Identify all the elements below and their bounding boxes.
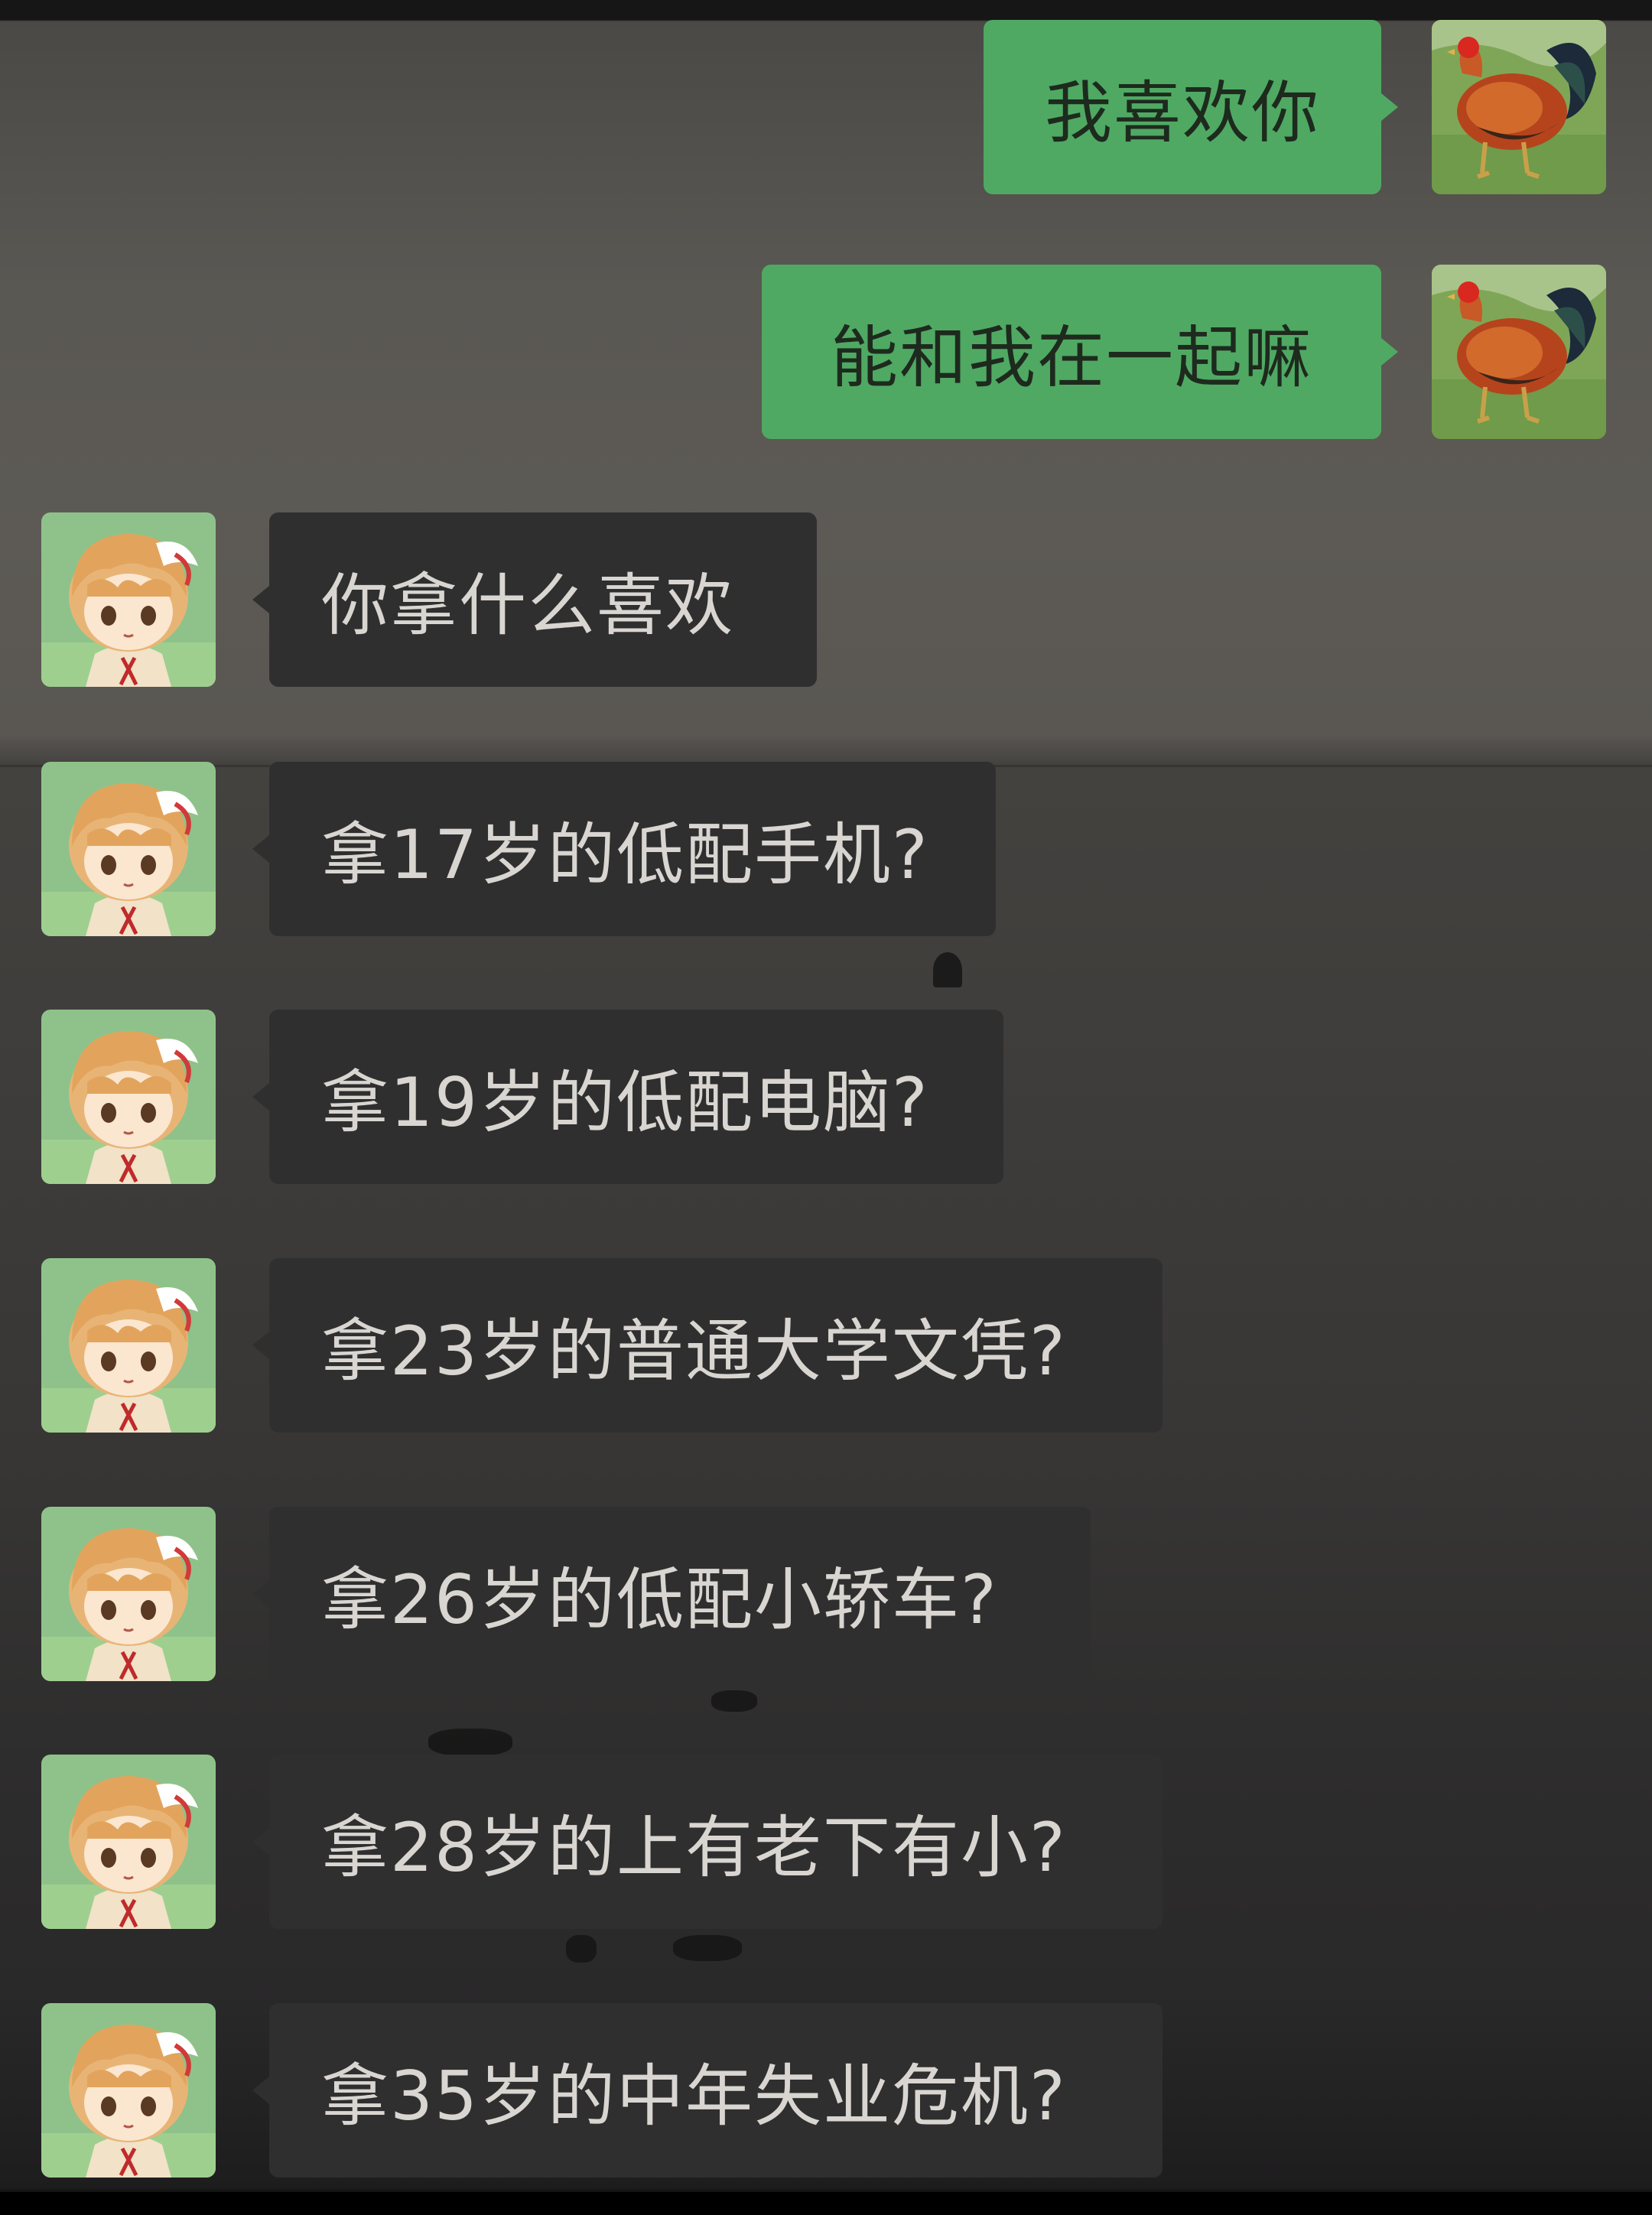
message-text: 拿28岁的上有老下有小? <box>321 1807 1067 1887</box>
bubble-tail <box>252 586 269 613</box>
background-figure <box>428 1729 512 1756</box>
received-message-bubble[interactable]: 拿19岁的低配电脑? <box>269 1010 1003 1184</box>
anime-girl-avatar[interactable] <box>41 1755 216 1929</box>
anime-girl-avatar[interactable] <box>41 1507 216 1681</box>
anime-girl-avatar[interactable] <box>41 2003 216 2178</box>
message-row: 我喜欢你 <box>0 20 1652 196</box>
bubble-tail <box>252 1580 269 1608</box>
background-figure <box>673 1935 742 1961</box>
received-message-bubble[interactable]: 你拿什么喜欢 <box>269 512 817 687</box>
received-message-bubble[interactable]: 拿35岁的中年失业危机? <box>269 2003 1163 2178</box>
message-text: 拿23岁的普通大学文凭? <box>321 1311 1067 1390</box>
rooster-avatar[interactable] <box>1432 265 1606 439</box>
bubble-tail <box>252 1083 269 1111</box>
anime-girl-icon <box>41 1010 216 1184</box>
message-row: 你拿什么喜欢 <box>0 512 1652 688</box>
anime-girl-icon <box>41 512 216 687</box>
message-text: 拿26岁的低配小轿车? <box>321 1560 998 1639</box>
anime-girl-avatar[interactable] <box>41 1258 216 1433</box>
received-message-bubble[interactable]: 拿17岁的低配手机? <box>269 762 996 936</box>
received-message-bubble[interactable]: 拿23岁的普通大学文凭? <box>269 1258 1163 1433</box>
message-row: 拿17岁的低配手机? <box>0 762 1652 938</box>
sent-message-bubble[interactable]: 我喜欢你 <box>984 20 1381 194</box>
background-figure <box>933 952 962 987</box>
rooster-icon <box>1432 20 1606 194</box>
top-border <box>0 0 1652 20</box>
bubble-tail <box>252 1332 269 1359</box>
anime-girl-icon <box>41 1507 216 1681</box>
message-row: 拿35岁的中年失业危机? <box>0 2003 1652 2179</box>
rooster-avatar[interactable] <box>1432 20 1606 194</box>
message-text: 能和我在一起嘛 <box>830 317 1312 397</box>
message-row: 拿28岁的上有老下有小? <box>0 1755 1652 1930</box>
bottom-border <box>0 2192 1652 2215</box>
anime-girl-avatar[interactable] <box>41 762 216 936</box>
received-message-bubble[interactable]: 拿26岁的低配小轿车? <box>269 1507 1091 1681</box>
received-message-bubble[interactable]: 拿28岁的上有老下有小? <box>269 1755 1163 1929</box>
anime-girl-avatar[interactable] <box>41 1010 216 1184</box>
anime-girl-icon <box>41 1755 216 1929</box>
background-figure <box>711 1690 757 1712</box>
bubble-tail <box>252 2077 269 2104</box>
sent-message-bubble[interactable]: 能和我在一起嘛 <box>762 265 1381 439</box>
message-text: 拿35岁的中年失业危机? <box>321 2056 1067 2135</box>
anime-girl-icon <box>41 762 216 936</box>
anime-girl-icon <box>41 1258 216 1433</box>
message-text: 拿17岁的低配手机? <box>321 815 929 894</box>
anime-girl-avatar[interactable] <box>41 512 216 687</box>
bubble-tail <box>1381 338 1398 366</box>
message-text: 我喜欢你 <box>1044 73 1320 152</box>
bubble-tail <box>1381 93 1398 121</box>
message-row: 能和我在一起嘛 <box>0 265 1652 441</box>
bubble-tail <box>252 835 269 863</box>
bubble-tail <box>252 1828 269 1856</box>
message-row: 拿26岁的低配小轿车? <box>0 1507 1652 1683</box>
message-text: 你拿什么喜欢 <box>321 565 735 645</box>
background-figure <box>566 1935 597 1963</box>
message-row: 拿19岁的低配电脑? <box>0 1010 1652 1186</box>
message-row: 拿23岁的普通大学文凭? <box>0 1258 1652 1434</box>
rooster-icon <box>1432 265 1606 439</box>
anime-girl-icon <box>41 2003 216 2178</box>
message-text: 拿19岁的低配电脑? <box>321 1062 929 1142</box>
chat-screen: 我喜欢你 能和我在一起嘛 你拿什么喜欢 拿17岁的低配手机? 拿19岁的低配电脑… <box>0 0 1652 2215</box>
